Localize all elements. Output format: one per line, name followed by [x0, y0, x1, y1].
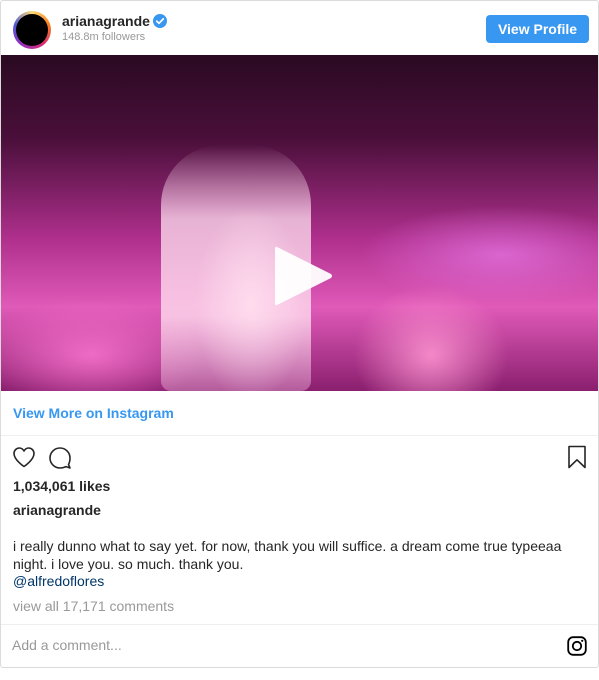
username[interactable]: arianagrande [62, 13, 150, 29]
view-more-section: View More on Instagram [1, 391, 598, 436]
avatar[interactable] [13, 11, 51, 49]
instagram-icon[interactable] [567, 636, 587, 656]
verified-badge-icon [153, 14, 167, 28]
like-count[interactable]: 1,034,061 likes [13, 478, 110, 494]
follower-count: 148.8m followers [62, 31, 146, 43]
view-profile-button[interactable]: View Profile [486, 15, 589, 43]
instagram-embed-card: arianagrande 148.8m followers View Profi… [0, 0, 599, 668]
action-bar [1, 435, 598, 475]
view-all-comments-link[interactable]: view all 17,171 comments [13, 598, 174, 614]
caption-text: i really dunno what to say yet. for now,… [13, 538, 562, 572]
view-more-link[interactable]: View More on Instagram [13, 405, 174, 421]
play-icon[interactable] [271, 243, 335, 309]
comment-icon[interactable] [48, 446, 72, 470]
post-header: arianagrande 148.8m followers View Profi… [1, 1, 598, 55]
comment-bar: Add a comment... [1, 624, 598, 667]
add-comment-field[interactable]: Add a comment... [12, 637, 122, 653]
avatar-image [16, 14, 48, 46]
heart-icon[interactable] [12, 446, 36, 468]
post-video[interactable] [1, 55, 598, 391]
mention-link[interactable]: @alfredoflores [13, 573, 104, 589]
caption-username[interactable]: arianagrande [13, 502, 101, 518]
bookmark-icon[interactable] [567, 445, 587, 469]
